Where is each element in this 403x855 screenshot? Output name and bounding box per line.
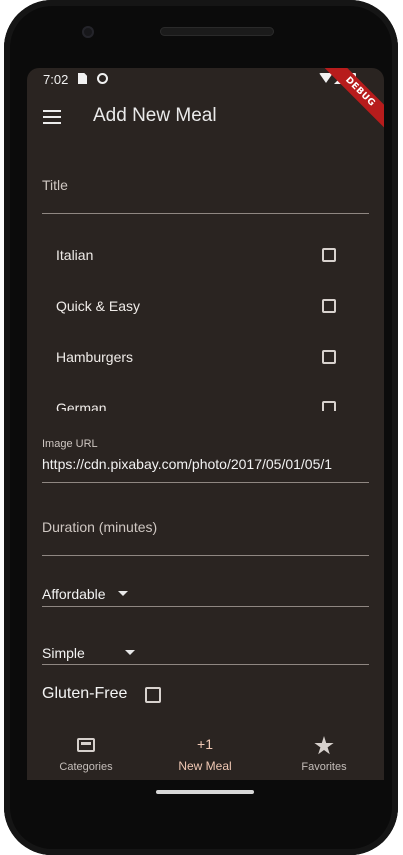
complexity-value: Simple xyxy=(42,645,85,661)
category-icon xyxy=(77,738,95,752)
app-bar: Add New Meal xyxy=(27,92,384,140)
earpiece-speaker xyxy=(160,27,274,36)
image-url-field[interactable]: https://cdn.pixabay.com/photo/2017/05/01… xyxy=(42,456,369,472)
list-item-german[interactable]: German xyxy=(42,383,369,411)
checkbox-italian[interactable] xyxy=(322,248,336,262)
title-input-underline xyxy=(42,213,369,214)
affordability-dropdown[interactable]: Affordable xyxy=(42,584,142,604)
checkbox-quick-easy[interactable] xyxy=(322,299,336,313)
notification-icon xyxy=(97,73,108,84)
bottom-navigation: Categories +1 New Meal Favorites xyxy=(27,724,384,780)
image-url-label: Image URL xyxy=(42,438,98,450)
nav-favorites-label: Favorites xyxy=(301,761,347,773)
phone-frame: 7:02 DEBUG Add New Meal Title Italian Qu… xyxy=(4,0,398,855)
list-item-italian[interactable]: Italian xyxy=(42,230,369,278)
front-camera xyxy=(82,26,94,38)
dropdown-caret-icon xyxy=(125,650,135,655)
checkbox-german[interactable] xyxy=(322,401,336,411)
category-label: Quick & Easy xyxy=(56,298,141,314)
sim-card-icon xyxy=(78,73,87,84)
list-item-hamburgers[interactable]: Hamburgers xyxy=(42,332,369,380)
category-label: German xyxy=(56,400,107,411)
nav-categories[interactable]: Categories xyxy=(36,724,136,780)
category-list[interactable]: Italian Quick & Easy Hamburgers German xyxy=(42,229,369,411)
duration-underline xyxy=(42,555,369,556)
title-input[interactable]: Title xyxy=(42,177,68,193)
image-url-underline xyxy=(42,482,369,483)
affordability-value: Affordable xyxy=(42,586,106,602)
complexity-dropdown[interactable]: Simple xyxy=(42,643,142,663)
menu-icon[interactable] xyxy=(43,110,61,124)
app-screen: 7:02 DEBUG Add New Meal Title Italian Qu… xyxy=(27,68,384,780)
category-label: Hamburgers xyxy=(56,349,134,365)
new-meal-icon: +1 xyxy=(197,736,213,752)
category-label: Italian xyxy=(56,247,94,263)
dropdown-caret-icon xyxy=(118,591,128,596)
duration-input[interactable]: Duration (minutes) xyxy=(42,519,157,535)
page-title: Add New Meal xyxy=(93,105,217,126)
checkbox-hamburgers[interactable] xyxy=(322,350,336,364)
gluten-free-label: Gluten-Free xyxy=(42,685,128,702)
home-indicator[interactable] xyxy=(156,790,254,794)
status-time: 7:02 xyxy=(43,72,69,87)
star-icon xyxy=(314,736,334,755)
nav-new-meal-label: New Meal xyxy=(178,759,232,773)
nav-favorites[interactable]: Favorites xyxy=(274,724,374,780)
nav-new-meal[interactable]: +1 New Meal xyxy=(155,724,255,780)
list-item-quick-easy[interactable]: Quick & Easy xyxy=(42,281,369,329)
nav-categories-label: Categories xyxy=(59,761,113,773)
complexity-underline xyxy=(42,664,369,665)
gluten-free-checkbox[interactable] xyxy=(145,687,161,703)
affordability-underline xyxy=(42,606,369,607)
